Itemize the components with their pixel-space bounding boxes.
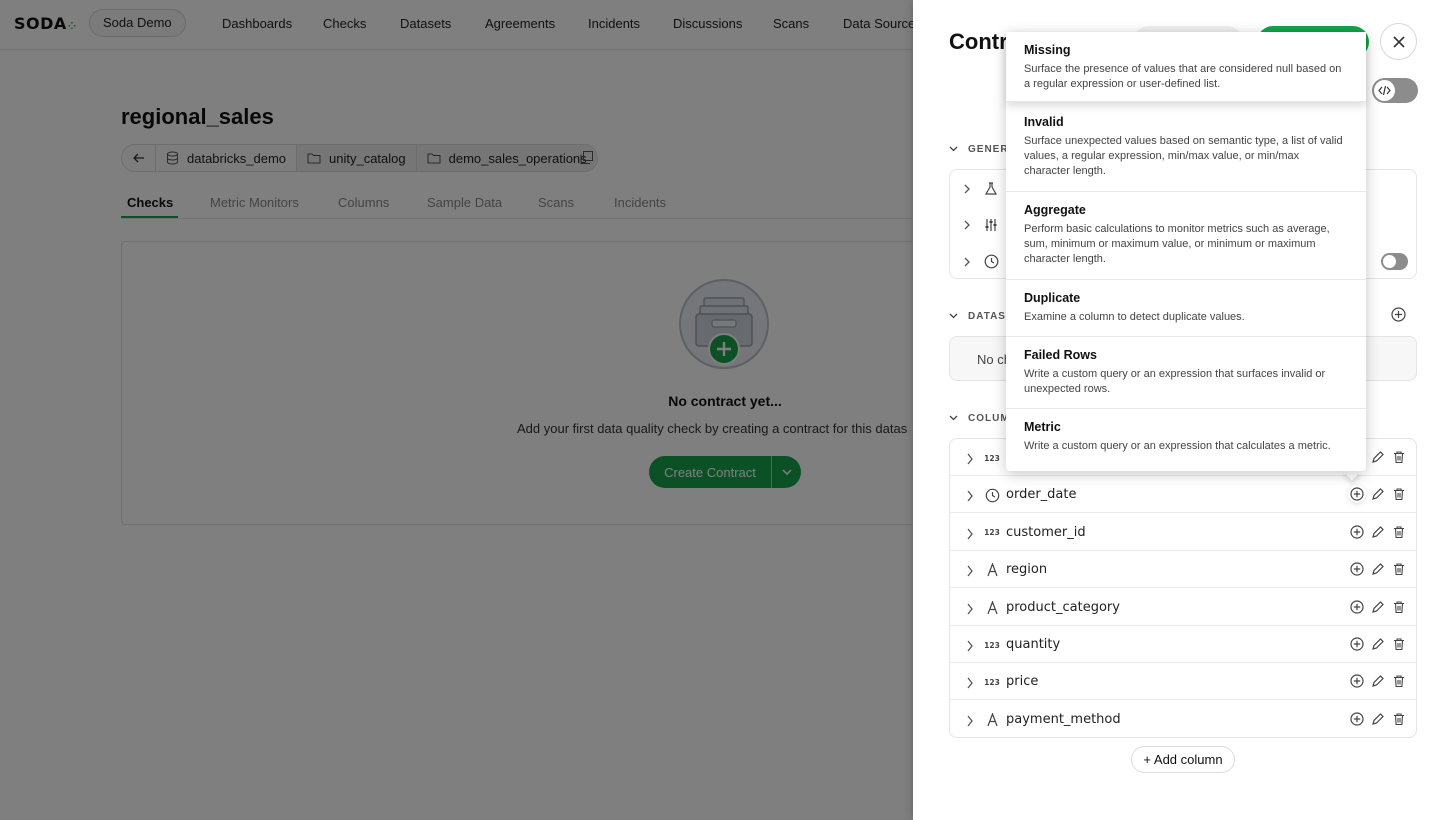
trash-icon[interactable] <box>1392 674 1406 688</box>
column-row[interactable]: 123 customer_id <box>950 514 1416 551</box>
add-check-icon[interactable] <box>1350 599 1364 614</box>
clock-icon <box>984 254 999 269</box>
trash-icon[interactable] <box>1392 712 1406 726</box>
chevron-right-icon <box>964 184 970 193</box>
schedule-toggle[interactable] <box>1381 253 1408 270</box>
add-check-icon[interactable] <box>1350 637 1364 651</box>
sliders-icon <box>985 218 997 231</box>
column-name: product_category <box>1006 599 1120 615</box>
trash-icon[interactable] <box>1392 450 1406 464</box>
chevron-right-icon <box>967 565 973 577</box>
column-row[interactable]: product_category <box>950 589 1416 626</box>
trash-icon[interactable] <box>1392 562 1406 576</box>
trash-icon[interactable] <box>1392 600 1406 614</box>
menu-item-title: Failed Rows <box>1024 348 1097 362</box>
chevron-right-icon <box>967 640 973 652</box>
text-type-icon <box>984 562 1000 578</box>
pencil-icon[interactable] <box>1371 450 1385 464</box>
flask-icon <box>984 181 998 195</box>
column-row[interactable]: order_date <box>950 476 1416 514</box>
trash-icon[interactable] <box>1392 637 1406 651</box>
chevron-right-icon <box>967 490 973 502</box>
chevron-right-icon <box>964 220 970 229</box>
trash-icon[interactable] <box>1392 487 1406 501</box>
text-type-icon <box>984 712 1000 728</box>
pencil-icon[interactable] <box>1371 674 1385 688</box>
menu-item-description: Surface the presence of values that are … <box>1024 63 1342 90</box>
add-check-icon[interactable] <box>1350 562 1364 576</box>
toggle-knob <box>1383 255 1396 268</box>
pencil-icon[interactable] <box>1371 525 1385 539</box>
add-check-icon[interactable] <box>1350 525 1364 539</box>
add-check-icon[interactable] <box>1350 487 1364 501</box>
menu-item-title: Invalid <box>1024 115 1064 129</box>
column-row[interactable]: 123 quantity <box>950 626 1416 663</box>
section-columns-header[interactable]: COLUM <box>949 410 1010 426</box>
menu-item-missing[interactable]: Missing Surface the presence of values t… <box>1006 32 1366 102</box>
add-check-menu: Missing Surface the presence of values t… <box>1006 32 1366 471</box>
trash-icon[interactable] <box>1392 525 1406 539</box>
numeric-type-icon: 123 <box>984 640 1000 650</box>
chevron-right-icon <box>967 528 973 540</box>
menu-item-duplicate[interactable]: Duplicate Examine a column to detect dup… <box>1006 280 1366 337</box>
close-icon <box>1392 35 1405 48</box>
menu-item-title: Metric <box>1024 420 1061 434</box>
code-view-toggle[interactable] <box>1372 78 1418 103</box>
section-dataset-label: DATAS <box>968 310 1006 322</box>
numeric-type-icon: 123 <box>984 677 1000 687</box>
section-columns-label: COLUM <box>968 412 1010 424</box>
menu-item-description: Examine a column to detect duplicate val… <box>1024 311 1245 323</box>
chevron-right-icon <box>967 453 973 465</box>
pencil-icon[interactable] <box>1371 562 1385 576</box>
section-dataset-header[interactable]: DATAS <box>949 308 1006 324</box>
chevron-down-icon <box>949 313 958 319</box>
pencil-icon[interactable] <box>1371 637 1385 651</box>
menu-item-aggregate[interactable]: Aggregate Perform basic calculations to … <box>1006 192 1366 280</box>
chevron-right-icon <box>967 677 973 689</box>
column-row[interactable]: region <box>950 551 1416 589</box>
menu-item-description: Surface unexpected values based on seman… <box>1024 135 1343 177</box>
chevron-down-icon <box>949 415 958 421</box>
pencil-icon[interactable] <box>1371 600 1385 614</box>
chevron-right-icon <box>964 257 970 266</box>
add-column-button[interactable]: + Add column <box>1131 746 1235 773</box>
chevron-right-icon <box>967 603 973 614</box>
text-type-icon <box>984 600 1000 616</box>
numeric-type-icon: 123 <box>984 528 1000 538</box>
close-button[interactable] <box>1380 23 1417 60</box>
numeric-type-icon: 123 <box>984 453 1000 463</box>
menu-item-invalid[interactable]: Invalid Surface unexpected values based … <box>1006 104 1366 192</box>
code-icon <box>1378 85 1391 96</box>
column-row[interactable]: payment_method <box>950 701 1416 737</box>
add-dataset-check-icon[interactable] <box>1391 307 1406 322</box>
clock-type-icon <box>984 487 1000 503</box>
columns-list: 123 order_date 123 customer_idregion product… <box>949 438 1417 738</box>
menu-item-description: Perform basic calculations to monitor me… <box>1024 223 1330 265</box>
menu-item-title: Duplicate <box>1024 291 1081 305</box>
drawer-title: Contr <box>949 29 1008 54</box>
menu-item-metric[interactable]: Metric Write a custom query or an expres… <box>1006 409 1366 471</box>
menu-item-description: Write a custom query or an expression th… <box>1024 440 1331 452</box>
pencil-icon[interactable] <box>1371 712 1385 726</box>
pencil-icon[interactable] <box>1371 487 1385 501</box>
column-name: customer_id <box>1006 524 1086 540</box>
menu-item-description: Write a custom query or an expression th… <box>1024 368 1326 395</box>
section-general-label: GENER <box>968 143 1009 155</box>
code-toggle-knob <box>1374 80 1395 101</box>
column-name: price <box>1006 674 1039 690</box>
menu-item-title: Missing <box>1024 43 1071 57</box>
menu-item-failed-rows[interactable]: Failed Rows Write a custom query or an e… <box>1006 337 1366 409</box>
add-check-icon[interactable] <box>1350 712 1364 726</box>
column-name: region <box>1006 562 1048 578</box>
modal-backdrop[interactable] <box>0 0 913 820</box>
column-name: quantity <box>1006 637 1061 652</box>
column-name: order_date <box>1006 487 1077 503</box>
chevron-down-icon <box>949 146 958 152</box>
section-general-header[interactable]: GENER <box>949 141 1009 157</box>
add-check-icon[interactable] <box>1350 674 1364 688</box>
column-name: payment_method <box>1006 711 1121 727</box>
chevron-right-icon <box>967 715 973 727</box>
column-row[interactable]: 123 price <box>950 663 1416 701</box>
menu-item-title: Aggregate <box>1024 203 1086 217</box>
